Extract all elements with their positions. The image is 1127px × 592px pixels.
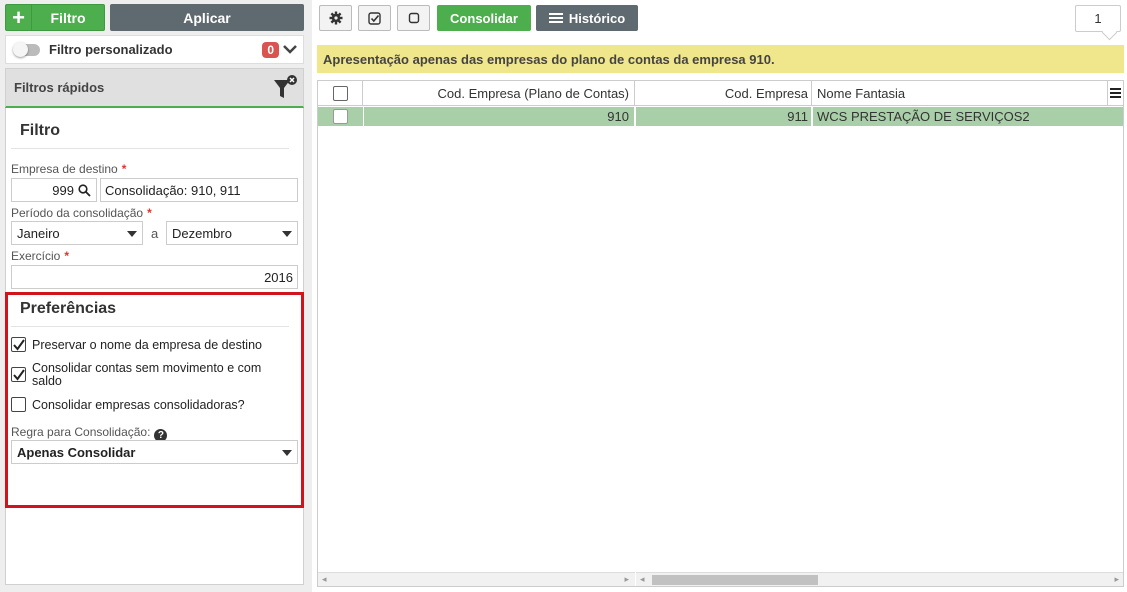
select-all-button[interactable]: [358, 5, 391, 31]
filter-clear-icon[interactable]: [273, 72, 299, 102]
scroll-right-icon[interactable]: ▸: [624, 574, 629, 585]
history-button-label: Histórico: [568, 10, 626, 26]
column-header-cod-plano[interactable]: Cod. Empresa (Plano de Contas): [363, 81, 635, 106]
filter-button-label: Filtro: [50, 9, 86, 26]
table-row-select-cell: [318, 107, 363, 126]
page-indicator: 1: [1075, 5, 1121, 32]
column-header-nome-fantasia[interactable]: Nome Fantasia: [812, 81, 1108, 106]
info-notice: Apresentação apenas das empresas do plan…: [317, 45, 1124, 73]
chevron-down-icon[interactable]: [283, 40, 297, 58]
left-horizontal-scrollbar[interactable]: ◂ ▸: [318, 572, 635, 586]
deselect-all-button[interactable]: [397, 5, 430, 31]
add-filter-button[interactable]: + Filtro: [5, 4, 105, 31]
regra-value: Apenas Consolidar: [17, 444, 136, 460]
periodo-from-select[interactable]: Janeiro: [11, 221, 143, 245]
preserve-name-label: Preservar o nome da empresa de destino: [32, 338, 262, 352]
filter-panel: + Filtro Aplicar Filtro personalizado 0 …: [0, 0, 312, 592]
gear-icon: [329, 11, 342, 25]
scroll-right-icon[interactable]: ▸: [1114, 574, 1119, 585]
checkmark-icon: [13, 339, 25, 351]
periodo-label: Período da consolidação *: [11, 206, 152, 220]
dropdown-arrow-icon: [282, 450, 292, 456]
quick-filters-header[interactable]: Filtros rápidos: [5, 68, 304, 108]
table-cell-nome-fantasia[interactable]: WCS PRESTAÇÃO DE SERVIÇOS2: [813, 107, 1123, 126]
consolidate-no-movement-label: Consolidar contas sem movimento e com sa…: [32, 361, 262, 388]
checked-box-icon: [368, 11, 381, 25]
required-mark: *: [147, 206, 152, 220]
search-icon[interactable]: [78, 183, 91, 197]
preferences-section-title: Preferências: [20, 300, 117, 317]
divider: [11, 148, 289, 149]
scrollbar-thumb[interactable]: [652, 575, 818, 585]
empty-box-icon: [408, 12, 419, 24]
empresa-code-field[interactable]: 999: [11, 178, 97, 202]
custom-filter-label: Filtro personalizado: [49, 42, 173, 57]
table-cell-cod-plano[interactable]: 910: [364, 107, 634, 126]
empresa-code-value: 999: [52, 182, 74, 198]
column-header-cod-empresa[interactable]: Cod. Empresa: [635, 81, 812, 106]
settings-button[interactable]: [319, 5, 352, 31]
periodo-to-select[interactable]: Dezembro: [166, 221, 298, 245]
required-mark: *: [64, 249, 70, 263]
required-mark: *: [121, 162, 127, 176]
quick-filters-title: Filtros rápidos: [14, 80, 105, 95]
consolidate-button[interactable]: Consolidar: [437, 5, 531, 31]
exercicio-label: Exercício *: [11, 249, 70, 263]
scroll-left-icon[interactable]: ◂: [322, 574, 327, 585]
menu-icon: [1110, 88, 1121, 98]
consolidate-consolidators-label: Consolidar empresas consolidadoras?: [32, 398, 245, 412]
consolidate-no-movement-checkbox[interactable]: [11, 367, 26, 382]
custom-filter-toggle[interactable]: [13, 41, 40, 57]
regra-select[interactable]: Apenas Consolidar: [11, 440, 298, 464]
companies-grid: Cod. Empresa (Plano de Contas) Cod. Empr…: [317, 80, 1124, 587]
periodo-from-value: Janeiro: [17, 225, 60, 241]
scroll-left-icon[interactable]: ◂: [640, 574, 645, 585]
empresa-destino-label: Empresa de destino *: [11, 162, 127, 176]
divider: [11, 326, 289, 327]
empresa-name-field[interactable]: Consolidação: 910, 911: [100, 178, 298, 202]
table-cell-cod-empresa[interactable]: 911: [636, 107, 811, 126]
periodo-to-value: Dezembro: [172, 225, 232, 241]
exercicio-field[interactable]: 2016: [11, 265, 298, 289]
right-horizontal-scrollbar[interactable]: ◂ ▸: [636, 572, 1123, 586]
plus-icon: +: [6, 5, 32, 30]
custom-filter-count-badge: 0: [262, 42, 279, 58]
periodo-separator: a: [151, 226, 159, 241]
checkmark-icon: [13, 369, 25, 381]
consolidate-consolidators-checkbox[interactable]: [11, 397, 26, 412]
list-icon: [548, 13, 563, 23]
dropdown-arrow-icon: [282, 231, 292, 237]
apply-button[interactable]: Aplicar: [110, 4, 304, 31]
filter-section-title: Filtro: [20, 122, 60, 139]
row-checkbox[interactable]: [333, 109, 348, 124]
custom-filter-row: Filtro personalizado 0: [5, 35, 304, 64]
select-all-rows-checkbox[interactable]: [332, 85, 348, 101]
header-select-cell: [318, 81, 363, 106]
preserve-name-checkbox[interactable]: [11, 337, 26, 352]
column-menu-button[interactable]: [1108, 81, 1123, 106]
dropdown-arrow-icon: [127, 231, 137, 237]
history-button[interactable]: Histórico: [536, 5, 638, 31]
